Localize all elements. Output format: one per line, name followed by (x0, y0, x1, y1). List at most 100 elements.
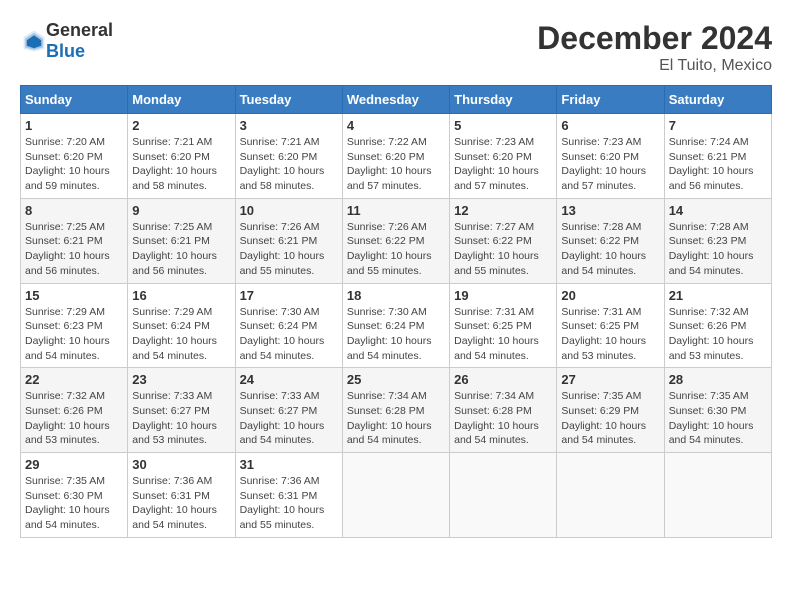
day-number: 9 (132, 203, 230, 218)
calendar-cell (342, 453, 449, 538)
day-number: 14 (669, 203, 767, 218)
calendar-cell: 8Sunrise: 7:25 AM Sunset: 6:21 PM Daylig… (21, 198, 128, 283)
calendar-column-friday: Friday (557, 86, 664, 114)
day-number: 11 (347, 203, 445, 218)
title-area: December 2024 El Tuito, Mexico (537, 20, 772, 75)
day-number: 1 (25, 118, 123, 133)
calendar-cell: 5Sunrise: 7:23 AM Sunset: 6:20 PM Daylig… (450, 114, 557, 199)
day-info: Sunrise: 7:31 AM Sunset: 6:25 PM Dayligh… (561, 305, 659, 364)
day-info: Sunrise: 7:30 AM Sunset: 6:24 PM Dayligh… (347, 305, 445, 364)
day-number: 30 (132, 457, 230, 472)
day-number: 23 (132, 372, 230, 387)
calendar-cell: 7 Sunrise: 7:24 AM Sunset: 6:21 PM Daylig… (664, 114, 771, 199)
day-info: Sunrise: 7:34 AM Sunset: 6:28 PM Dayligh… (347, 389, 445, 448)
day-number: 29 (25, 457, 123, 472)
day-info: Sunrise: 7:24 AM Sunset: 6:21 PM Dayligh… (669, 135, 767, 194)
calendar-week-3: 15 Sunrise: 7:29 AM Sunset: 6:23 PM Dayli… (21, 283, 772, 368)
day-number: 25 (347, 372, 445, 387)
day-info: Sunrise: 7:26 AM Sunset: 6:22 PM Dayligh… (347, 220, 445, 279)
day-number: 16 (132, 288, 230, 303)
day-number: 31 (240, 457, 338, 472)
day-number: 3 (240, 118, 338, 133)
calendar-column-thursday: Thursday (450, 86, 557, 114)
calendar-cell: 21Sunrise: 7:32 AM Sunset: 6:26 PM Dayli… (664, 283, 771, 368)
day-info: Sunrise: 7:30 AM Sunset: 6:24 PM Dayligh… (240, 305, 338, 364)
day-number: 26 (454, 372, 552, 387)
day-info: Sunrise: 7:35 AM Sunset: 6:30 PM Dayligh… (669, 389, 767, 448)
day-number: 28 (669, 372, 767, 387)
calendar-cell: 13 Sunrise: 7:28 AM Sunset: 6:22 PM Dayli… (557, 198, 664, 283)
day-info: Sunrise: 7:36 AM Sunset: 6:31 PM Dayligh… (132, 474, 230, 533)
calendar-week-5: 29 Sunrise: 7:35 AM Sunset: 6:30 PM Dayli… (21, 453, 772, 538)
day-info: Sunrise: 7:25 AM Sunset: 6:21 PM Dayligh… (25, 220, 123, 279)
day-info: Sunrise: 7:34 AM Sunset: 6:28 PM Dayligh… (454, 389, 552, 448)
day-number: 19 (454, 288, 552, 303)
calendar-cell: 25 Sunrise: 7:34 AM Sunset: 6:28 PM Dayli… (342, 368, 449, 453)
day-info: Sunrise: 7:35 AM Sunset: 6:29 PM Dayligh… (561, 389, 659, 448)
day-info: Sunrise: 7:29 AM Sunset: 6:23 PM Dayligh… (25, 305, 123, 364)
calendar-cell: 2Sunrise: 7:21 AM Sunset: 6:20 PM Daylig… (128, 114, 235, 199)
calendar-cell: 1 Sunrise: 7:20 AM Sunset: 6:20 PM Daylig… (21, 114, 128, 199)
day-info: Sunrise: 7:32 AM Sunset: 6:26 PM Dayligh… (25, 389, 123, 448)
day-info: Sunrise: 7:25 AM Sunset: 6:21 PM Dayligh… (132, 220, 230, 279)
calendar-week-2: 8Sunrise: 7:25 AM Sunset: 6:21 PM Daylig… (21, 198, 772, 283)
calendar-cell (450, 453, 557, 538)
calendar-cell: 27 Sunrise: 7:35 AM Sunset: 6:29 PM Dayli… (557, 368, 664, 453)
calendar-cell: 11 Sunrise: 7:26 AM Sunset: 6:22 PM Dayli… (342, 198, 449, 283)
day-number: 20 (561, 288, 659, 303)
logo-blue-text: Blue (46, 41, 85, 61)
day-info: Sunrise: 7:21 AM Sunset: 6:20 PM Dayligh… (240, 135, 338, 194)
day-number: 13 (561, 203, 659, 218)
calendar-cell: 19Sunrise: 7:31 AM Sunset: 6:25 PM Dayli… (450, 283, 557, 368)
logo-general-text: General (46, 20, 113, 40)
day-info: Sunrise: 7:29 AM Sunset: 6:24 PM Dayligh… (132, 305, 230, 364)
calendar-week-1: 1 Sunrise: 7:20 AM Sunset: 6:20 PM Daylig… (21, 114, 772, 199)
day-number: 18 (347, 288, 445, 303)
calendar-cell: 16 Sunrise: 7:29 AM Sunset: 6:24 PM Dayli… (128, 283, 235, 368)
day-number: 27 (561, 372, 659, 387)
page-header: General Blue December 2024 El Tuito, Mex… (20, 20, 772, 75)
day-info: Sunrise: 7:28 AM Sunset: 6:22 PM Dayligh… (561, 220, 659, 279)
day-info: Sunrise: 7:28 AM Sunset: 6:23 PM Dayligh… (669, 220, 767, 279)
calendar-cell: 18 Sunrise: 7:30 AM Sunset: 6:24 PM Dayli… (342, 283, 449, 368)
calendar-column-sunday: Sunday (21, 86, 128, 114)
calendar-cell: 20 Sunrise: 7:31 AM Sunset: 6:25 PM Dayli… (557, 283, 664, 368)
page-title: December 2024 (537, 20, 772, 57)
calendar-cell: 22 Sunrise: 7:32 AM Sunset: 6:26 PM Dayli… (21, 368, 128, 453)
day-info: Sunrise: 7:23 AM Sunset: 6:20 PM Dayligh… (561, 135, 659, 194)
logo: General Blue (20, 20, 113, 62)
calendar-cell (664, 453, 771, 538)
day-number: 22 (25, 372, 123, 387)
day-number: 24 (240, 372, 338, 387)
calendar-header-row: SundayMondayTuesdayWednesdayThursdayFrid… (21, 86, 772, 114)
day-info: Sunrise: 7:20 AM Sunset: 6:20 PM Dayligh… (25, 135, 123, 194)
day-number: 17 (240, 288, 338, 303)
day-number: 12 (454, 203, 552, 218)
day-info: Sunrise: 7:23 AM Sunset: 6:20 PM Dayligh… (454, 135, 552, 194)
calendar-cell: 10 Sunrise: 7:26 AM Sunset: 6:21 PM Dayli… (235, 198, 342, 283)
day-info: Sunrise: 7:35 AM Sunset: 6:30 PM Dayligh… (25, 474, 123, 533)
calendar-cell: 15 Sunrise: 7:29 AM Sunset: 6:23 PM Dayli… (21, 283, 128, 368)
calendar-cell: 23 Sunrise: 7:33 AM Sunset: 6:27 PM Dayli… (128, 368, 235, 453)
day-number: 10 (240, 203, 338, 218)
day-number: 6 (561, 118, 659, 133)
day-number: 15 (25, 288, 123, 303)
calendar-cell: 14 Sunrise: 7:28 AM Sunset: 6:23 PM Dayli… (664, 198, 771, 283)
day-info: Sunrise: 7:33 AM Sunset: 6:27 PM Dayligh… (132, 389, 230, 448)
calendar-column-wednesday: Wednesday (342, 86, 449, 114)
calendar-cell: 29 Sunrise: 7:35 AM Sunset: 6:30 PM Dayli… (21, 453, 128, 538)
day-info: Sunrise: 7:36 AM Sunset: 6:31 PM Dayligh… (240, 474, 338, 533)
calendar-cell: 28 Sunrise: 7:35 AM Sunset: 6:30 PM Dayli… (664, 368, 771, 453)
day-number: 7 (669, 118, 767, 133)
calendar-week-4: 22 Sunrise: 7:32 AM Sunset: 6:26 PM Dayli… (21, 368, 772, 453)
calendar-column-monday: Monday (128, 86, 235, 114)
day-info: Sunrise: 7:26 AM Sunset: 6:21 PM Dayligh… (240, 220, 338, 279)
calendar-cell: 31 Sunrise: 7:36 AM Sunset: 6:31 PM Dayli… (235, 453, 342, 538)
day-info: Sunrise: 7:22 AM Sunset: 6:20 PM Dayligh… (347, 135, 445, 194)
calendar-cell: 30 Sunrise: 7:36 AM Sunset: 6:31 PM Dayli… (128, 453, 235, 538)
day-info: Sunrise: 7:21 AM Sunset: 6:20 PM Dayligh… (132, 135, 230, 194)
calendar-column-saturday: Saturday (664, 86, 771, 114)
calendar-table: SundayMondayTuesdayWednesdayThursdayFrid… (20, 85, 772, 538)
calendar-column-tuesday: Tuesday (235, 86, 342, 114)
day-info: Sunrise: 7:33 AM Sunset: 6:27 PM Dayligh… (240, 389, 338, 448)
